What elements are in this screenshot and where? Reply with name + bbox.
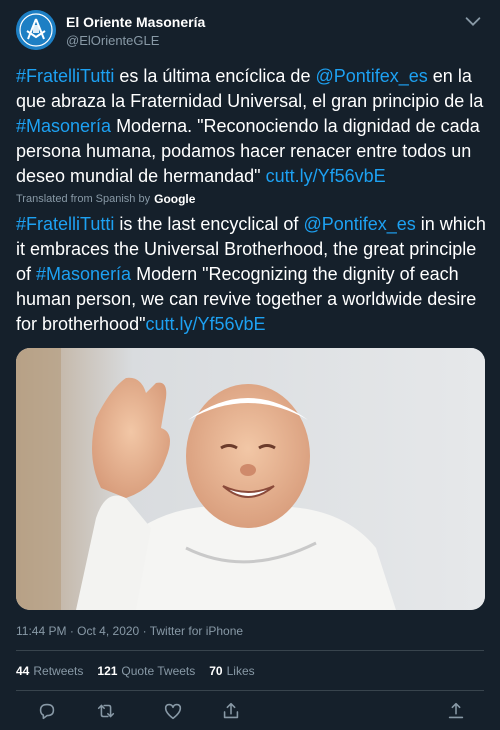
divider: [16, 690, 484, 691]
google-logo: Google: [154, 192, 196, 206]
translation-label: Translated from Spanish by Google: [16, 192, 195, 206]
hashtag-link[interactable]: #Masonería: [16, 116, 111, 136]
quotes-count: 121: [97, 664, 118, 678]
mention-link[interactable]: @Pontifex_es: [303, 214, 415, 234]
avatar[interactable]: [16, 10, 56, 50]
likes-label: Likes: [226, 664, 255, 678]
text-segment: es la última encíclica de: [114, 66, 316, 86]
divider: [16, 650, 484, 651]
quotes-label: Quote Tweets: [121, 664, 196, 678]
masonic-logo-icon: [16, 10, 56, 50]
tweet-source[interactable]: Twitter for iPhone: [150, 624, 243, 638]
text-segment: is the last encyclical of: [114, 214, 304, 234]
more-button[interactable]: [462, 10, 484, 32]
chevron-down-icon: [465, 17, 481, 26]
tweet-time[interactable]: 11:44 PM: [16, 624, 66, 638]
mention-link[interactable]: @Pontifex_es: [315, 66, 427, 86]
retweet-icon: [97, 704, 115, 718]
tweet-photo[interactable]: [16, 348, 485, 610]
quotes-stat[interactable]: 121 Quote Tweets: [97, 664, 195, 678]
hashtag-link[interactable]: #FratelliTutti: [16, 214, 114, 234]
meta-separator: ·: [69, 624, 74, 638]
share-icon: [223, 702, 239, 719]
url-link[interactable]: cutt.ly/Yf56vbE: [145, 314, 265, 334]
url-link[interactable]: cutt.ly/Yf56vbE: [266, 166, 386, 186]
tweet-actions: [0, 700, 500, 724]
reply-icon: [39, 703, 55, 720]
likes-count: 70: [209, 664, 223, 678]
hashtag-link[interactable]: #Masonería: [36, 264, 131, 284]
share-button[interactable]: [220, 700, 242, 722]
like-button[interactable]: [162, 700, 184, 722]
tweet-stats: 44 Retweets 121 Quote Tweets 70 Likes: [16, 664, 255, 678]
translated-from-text: Translated from Spanish by: [16, 193, 151, 205]
tweet-translation: #FratelliTutti is the last encyclical of…: [16, 212, 488, 337]
retweets-label: Retweets: [33, 664, 84, 678]
tweet-header: El Oriente Masonería @ElOrienteGLE: [16, 10, 484, 56]
pope-waving-photo: [16, 348, 485, 610]
retweets-stat[interactable]: 44 Retweets: [16, 664, 83, 678]
retweets-count: 44: [16, 664, 30, 678]
retweet-button[interactable]: [95, 700, 117, 722]
display-name[interactable]: El Oriente Masonería: [66, 14, 205, 31]
tweet-meta: 11:44 PM · Oct 4, 2020 · Twitter for iPh…: [16, 624, 243, 638]
tweet-date[interactable]: Oct 4, 2020: [77, 624, 139, 638]
meta-separator: ·: [142, 624, 147, 638]
hashtag-link[interactable]: #FratelliTutti: [16, 66, 114, 86]
upload-button[interactable]: [445, 700, 467, 722]
likes-stat[interactable]: 70 Likes: [209, 664, 254, 678]
reply-button[interactable]: [36, 700, 58, 722]
handle[interactable]: @ElOrienteGLE: [66, 32, 205, 49]
heart-icon: [164, 703, 182, 720]
author-names: El Oriente Masonería @ElOrienteGLE: [66, 14, 205, 49]
tweet-text: #FratelliTutti es la última encíclica de…: [16, 64, 488, 189]
upload-icon: [448, 702, 464, 719]
